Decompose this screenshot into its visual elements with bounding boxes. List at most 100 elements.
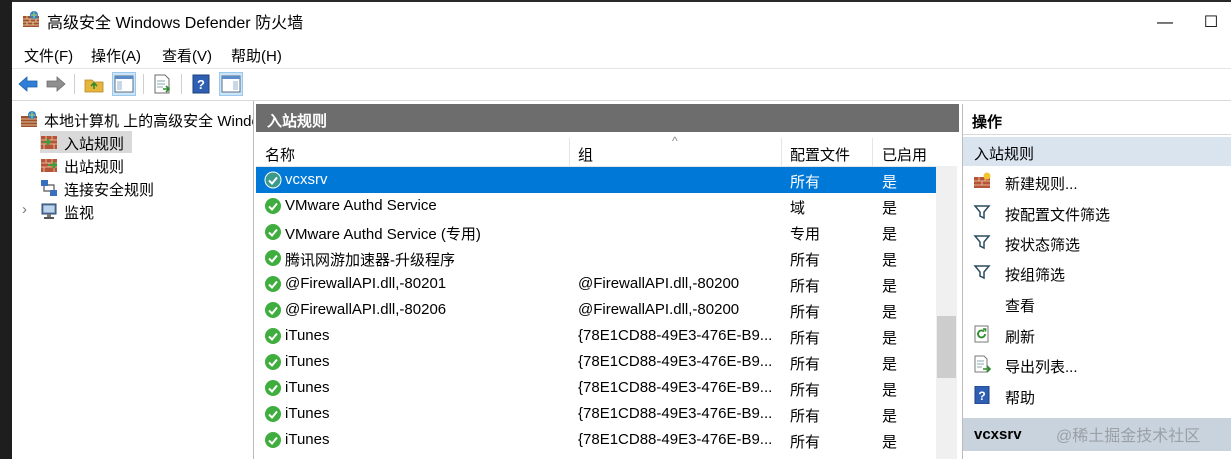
- action-filter-by-profile[interactable]: 按配置文件筛选: [963, 198, 1231, 228]
- background-window-edge: [0, 0, 12, 459]
- table-row[interactable]: iTunes {78E1CD88-49E3-476E-B9... 所有 是: [256, 349, 936, 375]
- action-label: 按配置文件筛选: [1005, 207, 1111, 224]
- firewall-root-icon: [21, 111, 37, 127]
- column-divider[interactable]: [569, 138, 570, 166]
- rule-name: VMware Authd Service (专用): [285, 226, 481, 243]
- monitoring-icon: [41, 203, 57, 219]
- action-help[interactable]: ? 帮助: [963, 381, 1231, 411]
- column-divider[interactable]: [781, 138, 782, 166]
- action-refresh[interactable]: 刷新: [963, 320, 1231, 350]
- filter-icon: [973, 265, 991, 280]
- actions-section-inbound-rules[interactable]: 入站规则: [963, 137, 1231, 166]
- menu-action[interactable]: 操作(A): [91, 45, 141, 66]
- column-divider[interactable]: [872, 138, 873, 166]
- menu-view[interactable]: 查看(V): [162, 45, 212, 66]
- enabled-check-icon: [265, 432, 281, 448]
- action-filter-by-group[interactable]: 按组筛选: [963, 258, 1231, 288]
- maximize-button[interactable]: ☐: [1188, 8, 1231, 38]
- enabled-check-icon: [265, 302, 281, 318]
- action-view[interactable]: 查看: [963, 289, 1231, 319]
- back-arrow-icon[interactable]: [17, 73, 39, 95]
- toolbar-separator: [143, 74, 144, 94]
- rule-profile: 所有: [790, 408, 821, 425]
- column-header-enabled[interactable]: 已启用: [882, 144, 927, 165]
- rule-name: vcxsrv: [285, 171, 328, 188]
- action-label: 按状态筛选: [1005, 237, 1081, 254]
- column-header-row: 名称 组 ^ 配置文件 已启用: [256, 134, 936, 167]
- console-tree: 本地计算机 上的高级安全 Windows Defender 防火墙 入站规则 出…: [12, 101, 254, 459]
- table-row[interactable]: @FirewallAPI.dll,-80206 @FirewallAPI.dll…: [256, 297, 936, 323]
- menu-file[interactable]: 文件(F): [24, 45, 73, 66]
- actions-pane: 操作 入站规则 新建规则... 按配置文件筛选 按状态筛选 按组筛选 查看 刷新: [962, 104, 1231, 459]
- table-row[interactable]: 腾讯网游加速器-升级程序 所有 是: [256, 245, 936, 271]
- up-folder-icon[interactable]: [83, 73, 105, 95]
- tree-root-item[interactable]: 本地计算机 上的高级安全 Windows Defender 防火墙: [20, 108, 253, 130]
- tree-item-label: 监视: [64, 205, 95, 222]
- rule-enabled: 是: [882, 304, 898, 321]
- table-row[interactable]: iTunes {78E1CD88-49E3-476E-B9... 所有 是: [256, 375, 936, 401]
- table-row[interactable]: VMware Authd Service (专用) 专用 是: [256, 219, 936, 245]
- rule-profile: 所有: [790, 356, 821, 373]
- connection-security-icon: [41, 180, 57, 196]
- actions-header: 操作: [963, 104, 1231, 135]
- toolbar-separator: [74, 74, 75, 94]
- table-row[interactable]: iTunes {78E1CD88-49E3-476E-B9... 所有 是: [256, 427, 936, 453]
- rule-enabled: 是: [882, 330, 898, 347]
- rule-profile: 所有: [790, 304, 821, 321]
- tree-item-outbound-rules[interactable]: 出站规则: [40, 154, 220, 176]
- menu-help[interactable]: 帮助(H): [231, 45, 282, 66]
- rule-group: {78E1CD88-49E3-476E-B9...: [578, 379, 773, 396]
- rule-enabled: 是: [882, 200, 898, 217]
- watermark: @稀土掘金技术社区: [1056, 428, 1201, 445]
- vertical-scrollbar[interactable]: [936, 166, 957, 459]
- expand-chevron-icon[interactable]: ›: [22, 201, 27, 218]
- table-row[interactable]: iTunes {78E1CD88-49E3-476E-B9... 所有 是: [256, 323, 936, 349]
- show-hide-console-tree-icon[interactable]: [112, 72, 136, 96]
- scrollbar-thumb[interactable]: [937, 316, 956, 378]
- help-icon: ?: [974, 386, 990, 404]
- tree-item-label: 出站规则: [64, 159, 125, 176]
- table-row[interactable]: vcxsrv 所有 是: [256, 167, 936, 193]
- tree-item-label: 连接安全规则: [64, 182, 155, 199]
- tree-item-monitoring[interactable]: › 监视: [22, 200, 152, 222]
- pane-title: 入站规则: [267, 113, 328, 130]
- filter-icon: [973, 235, 991, 250]
- forward-arrow-icon[interactable]: [45, 73, 67, 95]
- table-row[interactable]: @FirewallAPI.dll,-80201 @FirewallAPI.dll…: [256, 271, 936, 297]
- action-export-list[interactable]: 导出列表...: [963, 350, 1231, 380]
- actions-title: 操作: [972, 114, 1003, 131]
- rule-name: iTunes: [285, 379, 330, 396]
- action-filter-by-state[interactable]: 按状态筛选: [963, 228, 1231, 258]
- column-header-name[interactable]: 名称: [265, 144, 295, 165]
- action-label: 导出列表...: [1005, 359, 1078, 376]
- tree-item-label: 入站规则: [64, 136, 125, 153]
- column-header-profile[interactable]: 配置文件: [790, 144, 850, 165]
- action-new-rule[interactable]: 新建规则...: [963, 167, 1231, 197]
- tree-item-inbound-rules[interactable]: 入站规则: [40, 131, 132, 153]
- column-header-group[interactable]: 组: [578, 144, 593, 165]
- rule-name: iTunes: [285, 405, 330, 422]
- export-list-icon[interactable]: [151, 73, 173, 95]
- tree-item-connection-security-rules[interactable]: 连接安全规则: [40, 177, 240, 199]
- rule-group: @FirewallAPI.dll,-80200: [578, 275, 740, 292]
- rule-enabled: 是: [882, 408, 898, 425]
- rule-name: iTunes: [285, 327, 330, 344]
- rule-enabled: 是: [882, 252, 898, 269]
- enabled-check-icon: [265, 250, 281, 266]
- rule-enabled: 是: [882, 226, 898, 243]
- table-row[interactable]: iTunes {78E1CD88-49E3-476E-B9... 所有 是: [256, 401, 936, 427]
- help-icon[interactable]: ?: [190, 73, 212, 95]
- export-list-icon: [974, 355, 991, 373]
- rule-group: {78E1CD88-49E3-476E-B9...: [578, 405, 773, 422]
- table-row[interactable]: VMware Authd Service 域 是: [256, 193, 936, 219]
- action-label: 新建规则...: [1005, 176, 1078, 193]
- enabled-check-icon: [265, 224, 281, 240]
- menu-bar: 文件(F) 操作(A) 查看(V) 帮助(H): [12, 38, 1231, 69]
- show-hide-action-pane-icon[interactable]: [219, 72, 243, 96]
- enabled-check-icon: [265, 328, 281, 344]
- outbound-rules-icon: [41, 159, 58, 172]
- minimize-button[interactable]: —: [1142, 8, 1188, 38]
- actions-section-label: vcxsrv: [974, 426, 1022, 443]
- enabled-check-icon: [265, 276, 281, 292]
- enabled-check-icon: [265, 380, 281, 396]
